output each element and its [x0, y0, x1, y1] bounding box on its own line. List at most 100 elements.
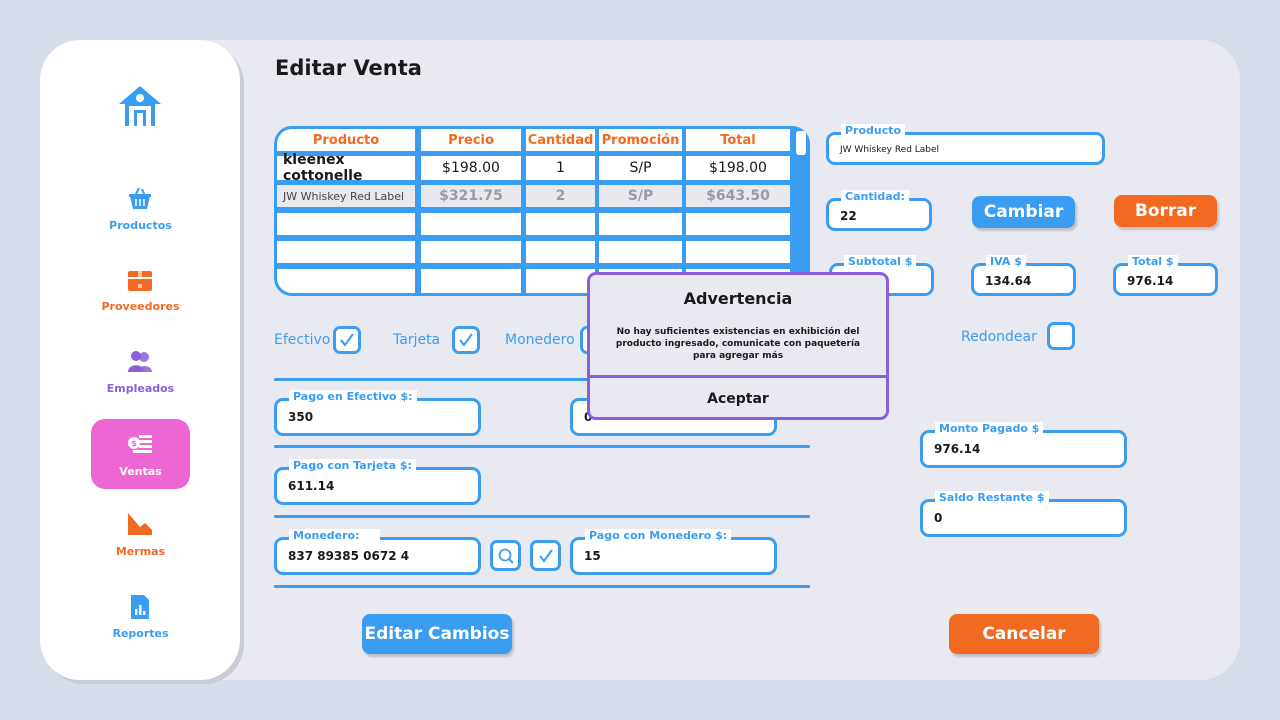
sidebar-item-reportes[interactable]: Reportes — [91, 594, 190, 664]
svg-text:$: $ — [131, 439, 137, 448]
cambiar-button[interactable]: Cambiar — [972, 196, 1075, 228]
pago-tarjeta-field[interactable]: Pago con Tarjeta $: 611.14 — [274, 459, 481, 505]
dialog-title: Advertencia — [683, 289, 793, 308]
dialog-message: No hay suficientes existencias en exhibi… — [615, 327, 861, 361]
search-icon — [498, 548, 514, 564]
aceptar-button[interactable]: Aceptar — [590, 378, 886, 417]
sidebar-item-proveedores[interactable]: Proveedores — [91, 267, 190, 337]
cantidad-label: Cantidad: — [841, 190, 909, 204]
sidebar-item-empleados[interactable]: Empleados — [91, 348, 190, 418]
monedero-label: Monedero — [505, 332, 575, 348]
table-cell[interactable]: $643.50 — [686, 185, 790, 207]
sidebar-item-label: Reportes — [112, 627, 169, 640]
table-cell[interactable]: JW Whiskey Red Label — [277, 185, 415, 207]
table-cell[interactable]: 1 — [526, 156, 595, 180]
column-header[interactable]: Promoción — [599, 129, 682, 151]
monedero-field[interactable]: Monedero: 837 89385 0672 4 — [274, 529, 481, 575]
check-icon — [340, 333, 354, 347]
redondear-checkbox[interactable] — [1047, 322, 1075, 350]
table-cell[interactable]: $198.00 — [421, 156, 521, 180]
table-cell-empty[interactable] — [421, 269, 521, 293]
monto-pagado-value: 976.14 — [934, 442, 981, 456]
editar-cambios-button[interactable]: Editar Cambios — [362, 614, 512, 654]
table-cell[interactable]: kleenex cottonelle — [277, 152, 415, 184]
table-cell[interactable]: $321.75 — [421, 185, 521, 207]
monto-pagado-field[interactable]: Monto Pagado $ 976.14 — [920, 422, 1127, 468]
tarjeta-checkbox[interactable] — [452, 326, 480, 354]
check-icon — [538, 548, 553, 563]
table-cell-empty[interactable] — [277, 213, 415, 235]
redondear-label: Redondear — [961, 329, 1037, 345]
sidebar-item-ventas[interactable]: $ Ventas — [91, 419, 190, 489]
column-header[interactable]: Precio — [421, 129, 521, 151]
pago-tarjeta-value: 611.14 — [288, 479, 335, 493]
table-cell-empty[interactable] — [277, 269, 415, 293]
table-cell-empty[interactable] — [526, 269, 595, 293]
divider — [274, 585, 810, 588]
sidebar-item-label: Ventas — [119, 465, 162, 478]
producto-value: JW Whiskey Red Label — [840, 145, 940, 155]
cash-icon: $ — [128, 435, 152, 453]
sales-table: Producto Precio Cantidad Promoción Total… — [274, 126, 810, 296]
pago-efectivo-value: 350 — [288, 410, 314, 424]
home-icon[interactable] — [117, 84, 163, 128]
column-header[interactable]: Cantidad — [526, 129, 595, 151]
sidebar-item-productos[interactable]: Productos — [91, 186, 190, 256]
iva-value: 134.64 — [985, 274, 1032, 288]
users-icon — [128, 351, 152, 372]
divider — [274, 445, 810, 448]
iva-label: IVA $ — [986, 255, 1026, 269]
column-header[interactable]: Total — [686, 129, 790, 151]
total-field[interactable]: Total $ 976.14 — [1113, 255, 1218, 296]
pago-efectivo-label: Pago en Efectivo $: — [289, 390, 417, 404]
column-header[interactable]: Producto — [277, 129, 415, 151]
pago-monedero-value: 15 — [584, 549, 601, 563]
table-cell-empty[interactable] — [526, 241, 595, 263]
producto-field[interactable]: Producto JW Whiskey Red Label — [826, 124, 1105, 165]
table-cell-empty[interactable] — [277, 241, 415, 263]
table-scrollbar[interactable] — [796, 131, 806, 155]
table-cell-empty[interactable] — [526, 213, 595, 235]
pago-tarjeta-label: Pago con Tarjeta $: — [289, 459, 416, 473]
sidebar-item-label: Empleados — [106, 382, 175, 395]
check-icon — [459, 333, 473, 347]
search-monedero-button[interactable] — [490, 540, 521, 571]
sidebar-item-label: Proveedores — [101, 300, 180, 313]
table-cell-empty[interactable] — [599, 213, 682, 235]
borrar-button[interactable]: Borrar — [1114, 195, 1217, 227]
page-title: Editar Venta — [275, 56, 422, 80]
tarjeta-label: Tarjeta — [393, 332, 441, 348]
table-cell-empty[interactable] — [599, 241, 682, 263]
efectivo-checkbox[interactable] — [333, 326, 361, 354]
iva-field[interactable]: IVA $ 134.64 — [971, 255, 1076, 296]
table-cell-empty[interactable] — [421, 241, 521, 263]
table-cell-empty[interactable] — [686, 241, 790, 263]
pago-monedero-label: Pago con Monedero $: — [585, 529, 732, 543]
table-cell[interactable]: S/P — [599, 156, 682, 180]
efectivo-label: Efectivo — [274, 332, 331, 348]
cantidad-field[interactable]: Cantidad: 22 — [826, 190, 932, 231]
saldo-restante-value: 0 — [934, 511, 943, 525]
saldo-restante-field[interactable]: Saldo Restante $ 0 — [920, 491, 1127, 537]
pago-efectivo-field[interactable]: Pago en Efectivo $: 350 — [274, 390, 481, 436]
report-icon — [131, 595, 149, 619]
basket-icon — [129, 187, 151, 209]
monto-pagado-label: Monto Pagado $ — [935, 422, 1044, 436]
sidebar-item-label: Mermas — [115, 545, 166, 558]
table-cell[interactable]: 2 — [526, 185, 595, 207]
table-cell[interactable]: $198.00 — [686, 156, 790, 180]
divider — [274, 515, 810, 518]
sidebar-item-mermas[interactable]: Mermas — [91, 512, 190, 582]
table-cell[interactable]: S/P — [599, 185, 682, 207]
producto-label: Producto — [841, 124, 906, 138]
cantidad-value: 22 — [840, 209, 857, 223]
table-cell-empty[interactable] — [686, 213, 790, 235]
cancelar-button[interactable]: Cancelar — [949, 614, 1099, 654]
table-cell-empty[interactable] — [421, 213, 521, 235]
pago-monedero-field[interactable]: Pago con Monedero $: 15 — [570, 529, 777, 575]
monedero-field-label: Monedero: — [289, 529, 380, 543]
total-label: Total $ — [1128, 255, 1178, 269]
sidebar-item-label: Productos — [109, 219, 172, 232]
confirm-monedero-checkbox[interactable] — [530, 540, 561, 571]
box-icon — [128, 271, 152, 291]
